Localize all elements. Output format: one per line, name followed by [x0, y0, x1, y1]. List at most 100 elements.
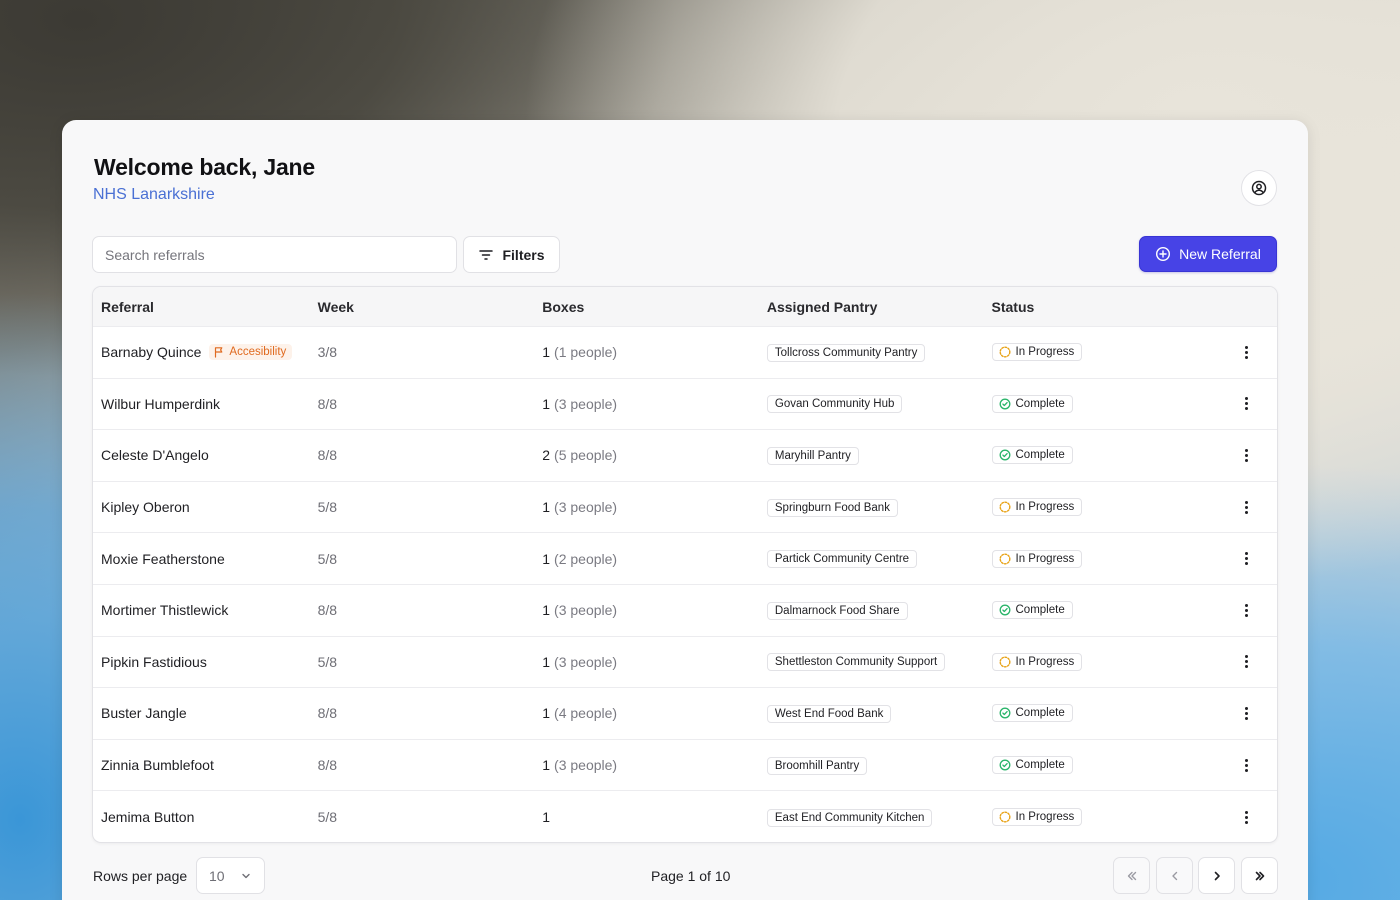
row-actions-button[interactable] — [1239, 393, 1254, 414]
referral-name: Zinnia Bumblefoot — [101, 757, 214, 774]
chevron-right-icon — [1214, 871, 1220, 880]
pantry-badge: Maryhill Pantry — [766, 446, 859, 465]
people-count: (3 people) — [554, 602, 618, 619]
status-badge: Complete — [991, 601, 1073, 620]
people-count: (3 people) — [554, 499, 618, 516]
flag-icon — [215, 347, 223, 358]
status-badge: In Progress — [991, 549, 1083, 568]
row-actions-button[interactable] — [1239, 445, 1254, 466]
more-vertical-icon — [1245, 552, 1249, 556]
table-row[interactable]: Moxie Featherstone 5/8 1 (2 people) Partick … — [93, 533, 1277, 585]
referrals-table: Referral Week Boxes Assigned Pantry Stat… — [92, 286, 1278, 843]
row-actions-button[interactable] — [1239, 600, 1254, 621]
status-label: Complete — [1015, 707, 1065, 720]
week-value: 8/8 — [317, 447, 338, 464]
organization-link[interactable]: NHS Lanarkshire — [93, 186, 215, 204]
last-page-button[interactable] — [1241, 857, 1278, 894]
status-label: In Progress — [1015, 655, 1075, 668]
boxes-count: 1 — [542, 344, 551, 361]
referral-name: Celeste D'Angelo — [101, 447, 209, 464]
table-row[interactable]: Buster Jangle 8/8 1 (4 people) West End Food… — [93, 688, 1277, 740]
more-vertical-icon — [1245, 448, 1249, 452]
accessibility-badge: Accesibility — [209, 344, 293, 361]
more-vertical-icon — [1245, 655, 1249, 659]
people-count: (2 people) — [554, 550, 618, 567]
people-count: (4 people) — [554, 705, 618, 722]
pantry-badge: Shettleston Community Support — [766, 653, 946, 672]
pantry-badge: Springburn Food Bank — [766, 498, 898, 517]
table-row[interactable]: Kipley Oberon 5/8 1 (3 people) Springburn Fo… — [93, 482, 1277, 534]
more-vertical-icon — [1245, 706, 1249, 710]
row-actions-button[interactable] — [1239, 807, 1254, 828]
previous-page-button[interactable] — [1156, 857, 1193, 894]
table-row[interactable]: Mortimer Thistlewick 8/8 1 (3 people) Dalmar… — [93, 585, 1277, 637]
row-actions-button[interactable] — [1239, 703, 1254, 724]
boxes-count: 1 — [542, 499, 551, 516]
table-row[interactable]: Barnaby Quince Accesibility 3/8 1 (1 people)… — [93, 327, 1277, 379]
column-header-pantry[interactable]: Assigned Pantry — [767, 299, 992, 315]
chevrons-left-icon — [1127, 871, 1136, 880]
rows-per-page-value: 10 — [209, 867, 225, 884]
boxes-count: 1 — [542, 653, 551, 670]
accessibility-label: Accesibility — [229, 346, 287, 359]
filters-button[interactable]: Filters — [463, 236, 560, 273]
check-circle-icon — [999, 450, 1010, 461]
new-referral-label: New Referral — [1179, 246, 1261, 262]
people-count: (3 people) — [554, 653, 618, 670]
more-vertical-icon — [1245, 810, 1249, 814]
page-indicator: Page 1 of 10 — [651, 868, 731, 884]
week-value: 5/8 — [317, 653, 338, 670]
row-actions-button[interactable] — [1239, 497, 1254, 518]
filters-label: Filters — [502, 246, 545, 263]
row-actions-button[interactable] — [1239, 548, 1254, 569]
boxes-count: 1 — [542, 550, 551, 567]
new-referral-button[interactable]: New Referral — [1139, 236, 1277, 272]
people-count: (1 people) — [554, 344, 618, 361]
row-actions-button[interactable] — [1239, 342, 1254, 363]
status-badge: In Progress — [991, 343, 1083, 362]
week-value: 8/8 — [317, 602, 338, 619]
pantry-badge: Tollcross Community Pantry — [766, 343, 926, 362]
table-row[interactable]: Pipkin Fastidious 5/8 1 (3 people) Shettlest… — [93, 637, 1277, 689]
referral-name: Kipley Oberon — [101, 499, 190, 516]
row-actions-button[interactable] — [1239, 651, 1254, 672]
first-page-button[interactable] — [1113, 857, 1150, 894]
week-value: 5/8 — [317, 809, 338, 826]
loader-icon — [998, 501, 1011, 513]
status-label: In Progress — [1015, 811, 1075, 824]
rows-per-page-select[interactable]: 10 — [196, 857, 265, 894]
referral-name: Moxie Featherstone — [101, 550, 225, 567]
referral-name: Pipkin Fastidious — [101, 653, 207, 670]
status-badge: Complete — [991, 394, 1073, 413]
status-badge: In Progress — [991, 498, 1083, 517]
column-header-week[interactable]: Week — [318, 299, 543, 315]
next-page-button[interactable] — [1198, 857, 1235, 894]
pantry-badge: West End Food Bank — [766, 704, 892, 723]
check-circle-icon — [999, 398, 1010, 410]
table-row[interactable]: Jemima Button 5/8 1 East End Community Kitc… — [93, 791, 1277, 842]
rows-per-page-label: Rows per page — [93, 868, 188, 884]
more-vertical-icon — [1245, 758, 1249, 762]
filter-icon — [479, 249, 494, 260]
profile-button[interactable] — [1241, 170, 1277, 206]
status-badge: In Progress — [991, 808, 1083, 827]
search-input[interactable] — [92, 236, 457, 273]
row-actions-button[interactable] — [1239, 755, 1254, 776]
column-header-referral[interactable]: Referral — [93, 299, 318, 315]
boxes-count: 1 — [542, 757, 551, 774]
status-badge: Complete — [991, 704, 1073, 723]
plus-circle-icon — [1156, 246, 1171, 262]
referral-name: Buster Jangle — [101, 705, 187, 722]
column-header-status[interactable]: Status — [992, 299, 1217, 315]
table-row[interactable]: Zinnia Bumblefoot 8/8 1 (3 people) Broomhill… — [93, 740, 1277, 792]
table-row[interactable]: Wilbur Humperdink 8/8 1 (3 people) Govan Com… — [93, 379, 1277, 431]
table-row[interactable]: Celeste D'Angelo 8/8 2 (5 people) Maryhill P… — [93, 430, 1277, 482]
week-value: 8/8 — [317, 757, 338, 774]
boxes-count: 1 — [542, 705, 551, 722]
week-value: 5/8 — [317, 499, 338, 516]
chevrons-right-icon — [1255, 871, 1264, 880]
column-header-boxes[interactable]: Boxes — [542, 299, 767, 315]
pantry-badge: Dalmarnock Food Share — [766, 601, 908, 620]
pantry-badge: Govan Community Hub — [766, 395, 903, 414]
more-vertical-icon — [1245, 345, 1249, 349]
